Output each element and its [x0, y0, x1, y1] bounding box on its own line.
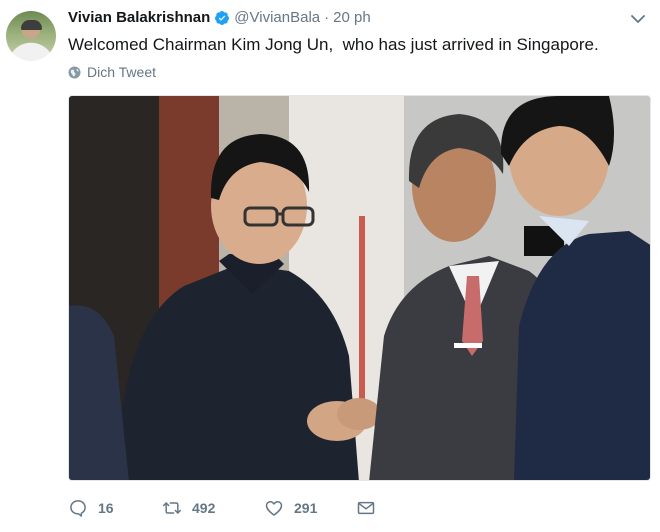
avatar[interactable] — [6, 11, 56, 61]
tweet-text: Welcomed Chairman Kim Jong Un, who has j… — [68, 35, 599, 54]
author-handle[interactable]: @VivianBala — [234, 9, 320, 26]
globe-icon — [68, 66, 81, 79]
retweet-count: 492 — [192, 500, 216, 516]
verified-badge-icon — [214, 10, 230, 26]
like-button[interactable]: 291 — [264, 498, 356, 518]
direct-message-button[interactable] — [356, 498, 386, 518]
photo-illustration — [69, 96, 650, 480]
tweet-card: Vivian Balakrishnan @VivianBala · 20 ph … — [0, 0, 660, 532]
retweet-button[interactable]: 492 — [162, 498, 264, 518]
envelope-icon — [356, 498, 376, 518]
heart-icon — [264, 498, 284, 518]
tweet-photo[interactable] — [68, 95, 651, 481]
author-name[interactable]: Vivian Balakrishnan — [68, 9, 210, 26]
reply-button[interactable]: 16 — [68, 498, 162, 518]
retweet-icon — [162, 498, 182, 518]
chevron-down-icon[interactable] — [630, 12, 646, 24]
like-count: 291 — [294, 500, 318, 516]
translate-tweet-link[interactable]: Dich Tweet — [68, 64, 156, 80]
tweet-timestamp[interactable]: 20 ph — [333, 9, 371, 26]
tweet-actions: 16 492 291 — [68, 498, 386, 518]
translate-label: Dich Tweet — [87, 64, 156, 80]
reply-icon — [68, 498, 88, 518]
tweet-header: Vivian Balakrishnan @VivianBala · 20 ph — [68, 9, 371, 26]
reply-count: 16 — [98, 500, 114, 516]
avatar-hair — [21, 20, 42, 30]
header-separator: · — [324, 9, 330, 26]
